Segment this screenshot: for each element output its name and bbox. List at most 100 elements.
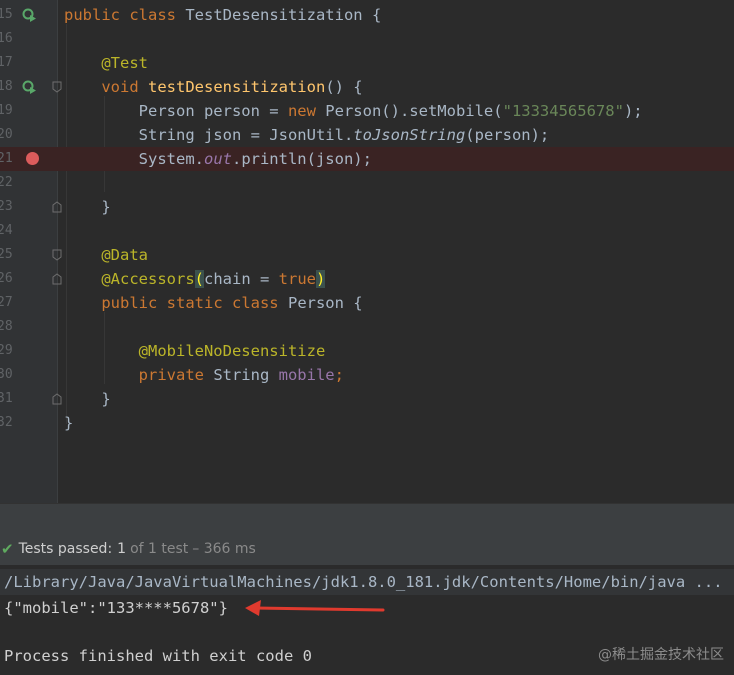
code-text[interactable]: @Data xyxy=(64,245,148,265)
code-text[interactable]: public static class Person { xyxy=(64,293,363,313)
fold-icon[interactable] xyxy=(51,392,63,406)
line-number[interactable]: 28 xyxy=(0,319,13,334)
code-token: testDesensitization xyxy=(148,78,326,96)
code-token: String json = JsonUtil. xyxy=(64,126,354,144)
run-test-icon[interactable] xyxy=(22,80,36,94)
code-text[interactable]: private String mobile; xyxy=(64,365,344,385)
code-text[interactable]: } xyxy=(64,413,73,433)
code-text[interactable]: String json = JsonUtil.toJsonString(pers… xyxy=(64,125,550,145)
run-test-icon[interactable] xyxy=(22,8,36,22)
code-token: new xyxy=(287,102,326,120)
code-token: @MobileNoDesensitize xyxy=(138,342,326,360)
code-line[interactable]: 16 xyxy=(0,27,734,51)
line-number[interactable]: 17 xyxy=(0,55,13,70)
fold-icon[interactable] xyxy=(51,272,63,286)
code-token: () { xyxy=(325,78,363,96)
code-text[interactable]: void testDesensitization() { xyxy=(64,77,363,97)
code-text[interactable]: } xyxy=(64,389,110,409)
code-text[interactable]: System.out.println(json); xyxy=(64,149,372,169)
code-token: @Test xyxy=(101,54,148,72)
tool-window-header xyxy=(0,503,734,533)
exit-message: Process finished with exit code 0 xyxy=(4,647,312,665)
code-line[interactable]: 27 public static class Person { xyxy=(0,291,734,315)
code-token: public xyxy=(64,6,130,24)
code-line[interactable]: 19 Person person = new Person().setMobil… xyxy=(0,99,734,123)
code-token: ); xyxy=(623,102,643,120)
total-tests: of 1 test xyxy=(130,541,189,557)
code-line[interactable]: 23 } xyxy=(0,195,734,219)
code-token: class xyxy=(231,294,288,312)
code-token: (person); xyxy=(465,126,550,144)
code-token: ( xyxy=(194,270,204,288)
line-number[interactable]: 32 xyxy=(0,415,13,430)
line-number[interactable]: 19 xyxy=(0,103,13,118)
fold-icon[interactable] xyxy=(51,80,63,94)
code-token: class xyxy=(129,6,186,24)
code-line[interactable]: 18 void testDesensitization() { xyxy=(0,75,734,99)
line-number[interactable]: 15 xyxy=(0,7,13,22)
code-line[interactable]: 17 @Test xyxy=(0,51,734,75)
check-icon: ✔ xyxy=(1,540,14,558)
code-token: } xyxy=(64,198,111,216)
code-line[interactable]: 29 @MobileNoDesensitize xyxy=(0,339,734,363)
code-text[interactable]: @Test xyxy=(64,53,148,73)
line-number[interactable]: 23 xyxy=(0,199,13,214)
code-text[interactable]: @MobileNoDesensitize xyxy=(64,341,326,361)
fold-icon[interactable] xyxy=(51,200,63,214)
code-line[interactable]: 28 xyxy=(0,315,734,339)
code-token: ; xyxy=(334,366,344,384)
line-number[interactable]: 25 xyxy=(0,247,13,262)
code-token: Person().setMobile( xyxy=(325,102,503,120)
code-token: String xyxy=(213,366,279,384)
code-editor[interactable]: 15 public class TestDesensitization { 16 17… xyxy=(0,0,734,503)
line-number[interactable]: 18 xyxy=(0,79,13,94)
tests-passed-label: Tests passed: xyxy=(18,541,113,557)
line-number[interactable]: 24 xyxy=(0,223,13,238)
line-number[interactable]: 26 xyxy=(0,271,13,286)
line-number[interactable]: 30 xyxy=(0,367,13,382)
code-text[interactable]: public class TestDesensitization { xyxy=(64,5,381,25)
code-text[interactable]: } xyxy=(64,197,111,217)
code-line[interactable]: 22 xyxy=(0,171,734,195)
code-token: } xyxy=(64,414,74,432)
code-line[interactable]: 24 xyxy=(0,219,734,243)
code-token: System. xyxy=(64,150,204,168)
line-number[interactable]: 21 xyxy=(0,151,13,166)
line-number[interactable]: 20 xyxy=(0,127,13,142)
code-token: public xyxy=(101,294,167,312)
line-number[interactable]: 29 xyxy=(0,343,13,358)
code-token: "13334565678" xyxy=(502,102,624,120)
line-number[interactable]: 31 xyxy=(0,391,13,406)
code-line[interactable]: 25 @Data xyxy=(0,243,734,267)
code-line[interactable]: 31 } xyxy=(0,387,734,411)
code-token: @Accessors xyxy=(101,270,195,288)
code-token: Person { xyxy=(287,294,363,312)
line-number[interactable]: 27 xyxy=(0,295,13,310)
breakpoint-icon[interactable] xyxy=(26,152,39,165)
code-line[interactable]: 21 System.out.println(json); xyxy=(0,147,734,171)
code-text[interactable]: Person person = new Person().setMobile("… xyxy=(64,101,643,121)
test-status-bar: ✔ Tests passed: 1 of 1 test – 366 ms xyxy=(0,533,734,565)
code-line[interactable]: 15 public class TestDesensitization { xyxy=(0,3,734,27)
code-token: toJsonString xyxy=(353,126,466,144)
line-number[interactable]: 16 xyxy=(0,31,13,46)
code-token: true xyxy=(278,270,316,288)
code-line[interactable]: 32} xyxy=(0,411,734,435)
line-number[interactable]: 22 xyxy=(0,175,13,190)
code-line[interactable]: 26 @Accessors(chain = true) xyxy=(0,267,734,291)
code-line[interactable]: 20 String json = JsonUtil.toJsonString(p… xyxy=(0,123,734,147)
code-token: mobile xyxy=(278,366,335,384)
code-line[interactable]: 30 private String mobile; xyxy=(0,363,734,387)
test-duration: – 366 ms xyxy=(192,541,256,557)
red-arrow-annotation xyxy=(245,600,385,616)
fold-icon[interactable] xyxy=(51,248,63,262)
code-text[interactable]: @Accessors(chain = true) xyxy=(64,269,326,289)
java-command-line: /Library/Java/JavaVirtualMachines/jdk1.8… xyxy=(0,569,734,595)
